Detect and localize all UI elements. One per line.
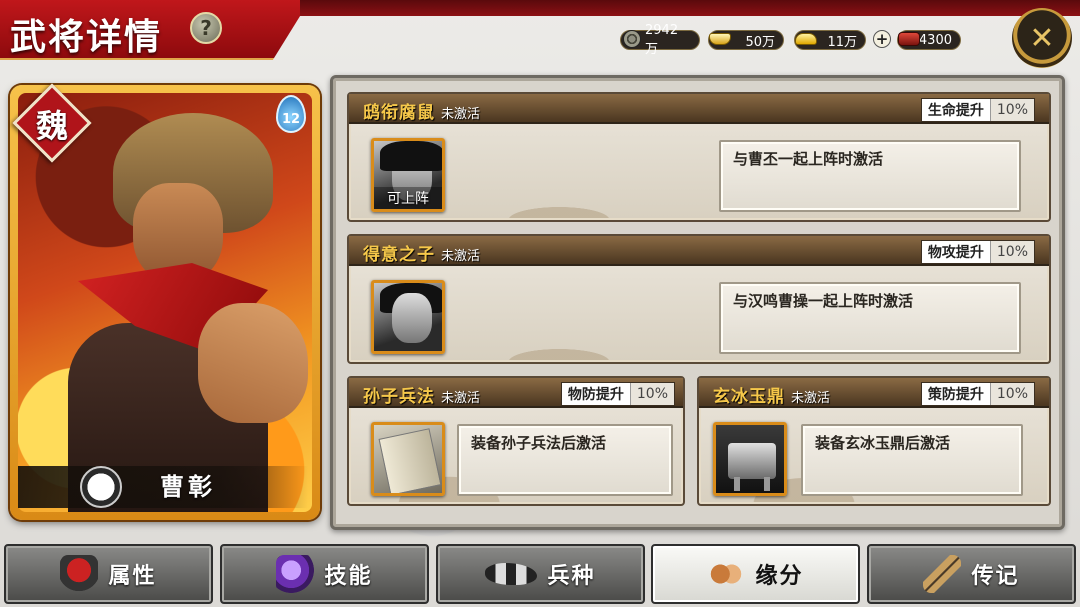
book-item-icon[interactable] [371, 422, 445, 496]
handshake-icon [707, 555, 746, 593]
tab-attributes[interactable]: 属性 [4, 544, 213, 604]
add-currency-button[interactable]: + [873, 30, 891, 48]
bond-title: 孙子兵法 [363, 387, 435, 407]
hero-portrait-art [18, 93, 312, 512]
bond-card: 孙子兵法 未激活 物防提升 10% 装备孙子兵法后激活 [347, 376, 685, 506]
bond-status: 未激活 [441, 391, 481, 406]
tab-label: 技能 [324, 564, 373, 589]
tab-biography[interactable]: 传记 [867, 544, 1076, 604]
gold-ingot-icon [794, 27, 818, 51]
can-deploy-label: 可上阵 [374, 187, 442, 209]
hero-portrait-icon[interactable]: 可上阵 [371, 138, 445, 212]
bond-panel: 鸱衔腐鼠 未激活 生命提升 10% 可上阵 与曹丕一起上阵时激活 得意之子 未激活 … [330, 75, 1065, 530]
bonus-type: 物攻提升 [921, 241, 991, 263]
scroll-icon [923, 555, 962, 593]
resource-gold: 11万 [794, 29, 866, 51]
bond-header: 玄冰玉鼎 未激活 策防提升 10% [699, 378, 1049, 408]
copper-coin-icon [620, 27, 644, 51]
hero-card[interactable]: 魏 12 曹彰 [10, 83, 320, 520]
bond-description: 装备孙子兵法后激活 [457, 424, 673, 496]
cauldron-item-icon[interactable] [713, 422, 787, 496]
bond-header: 鸱衔腐鼠 未激活 生命提升 10% [349, 94, 1049, 124]
bond-name: 得意之子 未激活 [363, 240, 480, 265]
bond-card: 鸱衔腐鼠 未激活 生命提升 10% 可上阵 与曹丕一起上阵时激活 [347, 92, 1051, 222]
tab-troops[interactable]: 兵种 [436, 544, 645, 604]
bond-card: 玄冰玉鼎 未激活 策防提升 10% 装备玄冰玉鼎后激活 [697, 376, 1051, 506]
top-strip [300, 0, 1080, 16]
bonus-type: 策防提升 [921, 383, 991, 405]
bond-description: 装备玄冰玉鼎后激活 [801, 424, 1023, 496]
bond-title: 鸱衔腐鼠 [363, 103, 435, 123]
bonus-value: 10% [990, 241, 1034, 263]
red-gem-icon [897, 27, 921, 51]
tab-label: 缘分 [755, 564, 804, 589]
bonus-value: 10% [990, 99, 1034, 121]
bonus-type: 生命提升 [921, 99, 991, 121]
crossed-swords-close-icon[interactable]: ✕ [1012, 8, 1072, 68]
silver-ingot-icon [708, 27, 732, 51]
bond-title: 得意之子 [363, 245, 435, 265]
faction-label: 魏 [35, 107, 68, 145]
bonus-value: 10% [990, 383, 1034, 405]
tab-skills[interactable]: 技能 [220, 544, 429, 604]
bond-card: 得意之子 未激活 物攻提升 10% 与汉鸣曹操一起上阵时激活 [347, 234, 1051, 364]
tab-label: 传记 [971, 564, 1020, 589]
bond-status: 未激活 [441, 107, 481, 122]
bonus-type: 物防提升 [561, 383, 631, 405]
resource-copper: 2942万 [620, 23, 700, 57]
bonus-value: 10% [630, 383, 674, 405]
bond-header: 得意之子 未激活 物攻提升 10% [349, 236, 1049, 266]
bond-description: 与曹丕一起上阵时激活 [719, 140, 1021, 212]
bond-description: 与汉鸣曹操一起上阵时激活 [719, 282, 1021, 354]
tiger-icon [485, 563, 538, 585]
hero-portrait-icon[interactable] [371, 280, 445, 354]
bond-status: 未激活 [791, 391, 831, 406]
bond-bonus: 物防提升 10% [560, 382, 675, 406]
tab-label: 兵种 [547, 564, 596, 589]
resource-gem: 4300 [897, 29, 961, 51]
resource-silver: 50万 [708, 29, 784, 51]
bond-title: 玄冰玉鼎 [713, 387, 785, 407]
hero-name: 曹彰 [160, 473, 216, 501]
bond-header: 孙子兵法 未激活 物防提升 10% [349, 378, 683, 408]
bond-name: 鸱衔腐鼠 未激活 [363, 98, 480, 123]
hero-hand [198, 303, 308, 423]
bond-bonus: 策防提升 10% [920, 382, 1035, 406]
bond-name: 孙子兵法 未激活 [363, 382, 480, 407]
bond-bonus: 物攻提升 10% [920, 240, 1035, 264]
bond-bonus: 生命提升 10% [920, 98, 1035, 122]
tab-bonds[interactable]: 缘分 [651, 544, 860, 604]
cost-badge: 12 [276, 95, 306, 133]
question-mark-icon[interactable]: ? [190, 12, 222, 44]
tab-label: 属性 [108, 564, 157, 589]
bond-name: 玄冰玉鼎 未激活 [713, 382, 830, 407]
helmet-icon [60, 555, 99, 593]
cavalry-class-icon [80, 466, 122, 508]
page-title: 武将详情 [10, 17, 163, 58]
skill-orb-icon [276, 555, 315, 593]
bond-status: 未激活 [441, 249, 481, 264]
